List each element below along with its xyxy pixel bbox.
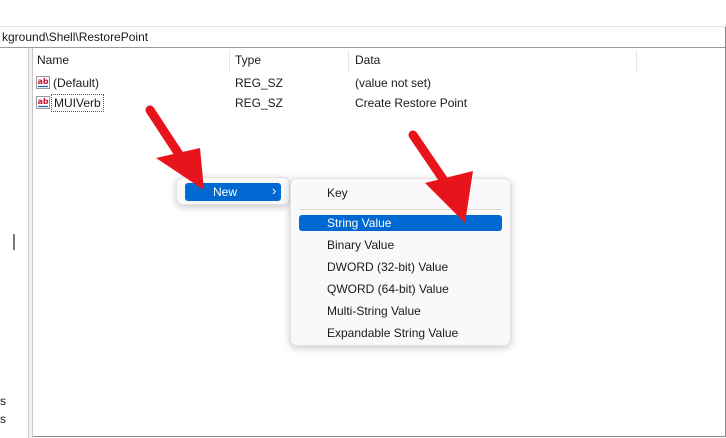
value-type: REG_SZ xyxy=(235,76,284,90)
registry-value-row[interactable]: ab (Default) REG_SZ (value not set) xyxy=(34,73,634,93)
menu-item-label: Multi-String Value xyxy=(327,304,421,318)
submenu-item-multi-string-value[interactable]: Multi-String Value xyxy=(299,302,502,320)
menu-item-label: Binary Value xyxy=(327,238,395,252)
ab-icon: ab xyxy=(36,96,50,109)
registry-value-row[interactable]: ab MUIVerb REG_SZ Create Restore Point xyxy=(34,93,634,113)
red-arrow-icon xyxy=(145,105,204,190)
splitter-grip[interactable] xyxy=(13,234,15,250)
tree-item-fragment[interactable]: s xyxy=(0,394,6,408)
column-divider[interactable] xyxy=(636,50,637,72)
svg-text:ab: ab xyxy=(38,77,49,86)
value-data: (value not set) xyxy=(355,76,432,90)
menu-item-label: DWORD (32-bit) Value xyxy=(327,260,449,274)
submenu-item-expandable-string-value[interactable]: Expandable String Value xyxy=(299,324,502,342)
value-type: REG_SZ xyxy=(235,96,284,110)
menu-item-label: String Value xyxy=(327,216,392,230)
chevron-right-icon: › xyxy=(272,183,277,198)
address-text: kground\Shell\RestorePoint xyxy=(2,30,149,44)
submenu-item-binary-value[interactable]: Binary Value xyxy=(299,236,502,254)
red-arrow-icon xyxy=(408,130,473,223)
column-header-data[interactable]: Data xyxy=(355,48,380,72)
tree-item-fragment[interactable]: s xyxy=(0,412,6,426)
submenu-item-dword-value[interactable]: DWORD (32-bit) Value xyxy=(299,258,502,276)
value-data: Create Restore Point xyxy=(355,96,468,110)
column-divider[interactable] xyxy=(348,50,349,72)
menu-item-label: Key xyxy=(327,186,348,200)
menu-item-label: QWORD (64-bit) Value xyxy=(327,282,449,296)
column-divider[interactable] xyxy=(229,50,230,72)
value-name: MUIVerb xyxy=(51,94,104,112)
address-bar[interactable]: kground\Shell\RestorePoint xyxy=(0,27,725,48)
column-header-name[interactable]: Name xyxy=(37,48,69,72)
submenu-item-qword-value[interactable]: QWORD (64-bit) Value xyxy=(299,280,502,298)
column-header-type[interactable]: Type xyxy=(235,48,261,72)
value-name: (Default) xyxy=(53,76,100,90)
window-top-strip xyxy=(0,0,726,27)
ab-icon: ab xyxy=(36,76,50,89)
menu-item-label: Expandable String Value xyxy=(327,326,459,340)
svg-text:ab: ab xyxy=(38,97,49,106)
pane-splitter[interactable] xyxy=(28,48,33,438)
